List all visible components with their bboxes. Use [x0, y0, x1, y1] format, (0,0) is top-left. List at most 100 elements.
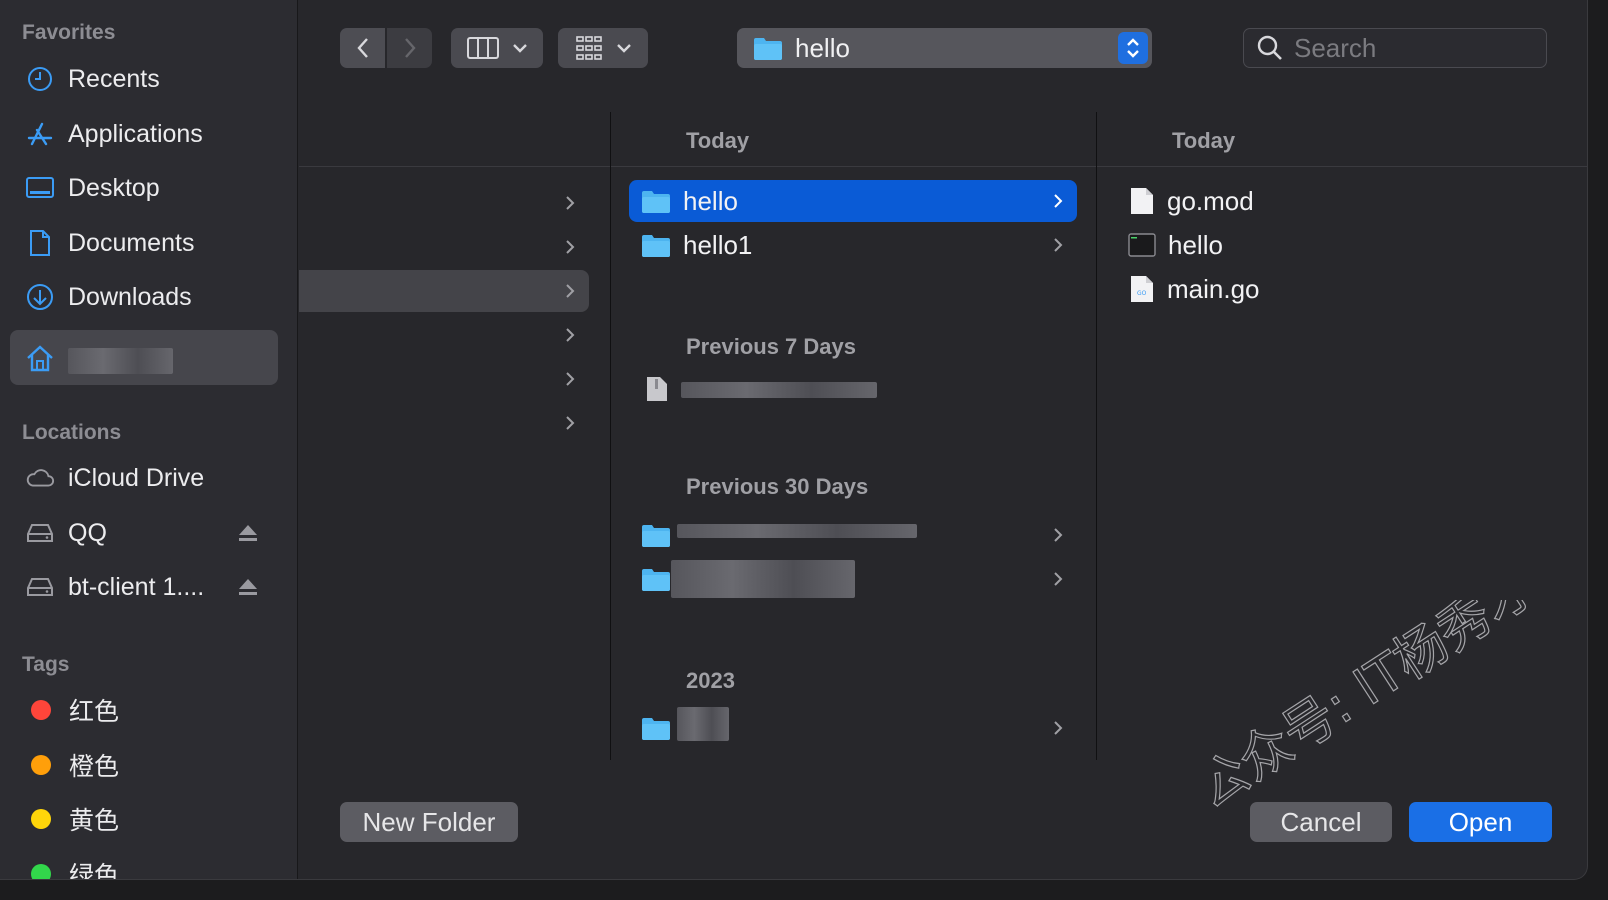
location-label: hello [795, 32, 850, 63]
sidebar-tag-yellow[interactable]: 黄色 [10, 793, 278, 845]
redacted-filename [677, 524, 917, 538]
sidebar-item-documents[interactable]: Documents [10, 217, 278, 269]
list-item-hello1-folder[interactable]: hello1 [629, 224, 1077, 266]
sidebar-item-recents[interactable]: Recents [10, 53, 278, 105]
chevron-right-icon [566, 240, 575, 254]
locations-header: Locations [22, 421, 122, 444]
tags-header: Tags [22, 653, 70, 676]
list-item[interactable] [299, 314, 589, 356]
back-button[interactable] [340, 28, 385, 68]
updown-stepper-icon [1118, 32, 1148, 64]
sidebar-item-desktop[interactable]: Desktop [10, 162, 278, 214]
text-file-icon [1131, 188, 1153, 214]
eject-icon[interactable] [236, 575, 260, 599]
list-item-label: go.mod [1167, 185, 1254, 216]
list-item[interactable] [299, 182, 589, 224]
redacted-filename [677, 707, 729, 741]
tag-dot-icon [31, 809, 51, 829]
list-item-redacted-folder[interactable] [629, 707, 1077, 749]
list-item[interactable] [299, 358, 589, 400]
list-item-redacted-folder[interactable] [629, 558, 1077, 600]
browser-column-parent [299, 112, 609, 760]
group-by-button[interactable] [558, 28, 648, 68]
sidebar-item-label: Applications [68, 119, 203, 148]
go-file-icon: GO [1131, 276, 1153, 302]
columns-view-icon [467, 37, 499, 59]
list-item-redacted[interactable] [629, 368, 1077, 410]
list-item-hello-executable[interactable]: hello [1115, 224, 1555, 266]
document-icon [25, 228, 55, 258]
view-mode-button[interactable] [451, 28, 543, 68]
chevron-right-icon [566, 416, 575, 430]
chevron-right-icon [1054, 528, 1063, 542]
list-item-hello-folder[interactable]: hello [629, 180, 1077, 222]
redacted-username [68, 348, 173, 374]
sidebar-item-label: Documents [68, 228, 195, 257]
chevron-right-icon [1054, 572, 1063, 586]
desktop-icon [25, 173, 55, 203]
tag-dot-icon [31, 864, 51, 879]
chevron-right-icon [566, 284, 575, 298]
sidebar-item-qq[interactable]: QQ [10, 507, 278, 559]
forward-button[interactable] [387, 28, 432, 68]
watermark-text: 公众号: IT杨秀才 [1210, 600, 1547, 821]
sidebar-item-applications[interactable]: Applications [10, 108, 278, 160]
sidebar-item-label: bt-client 1.... [68, 572, 205, 601]
chevron-right-icon [1054, 238, 1063, 252]
group-header-previous-7-days: Previous 7 Days [686, 334, 856, 359]
list-item-main-go[interactable]: GO main.go [1115, 268, 1555, 310]
sidebar-tag-orange[interactable]: 橙色 [10, 739, 278, 791]
eject-icon[interactable] [236, 521, 260, 545]
chevron-right-icon [1054, 721, 1063, 735]
chevron-left-icon [356, 38, 368, 58]
sidebar-item-label: Recents [68, 64, 160, 93]
list-item[interactable] [299, 402, 589, 444]
list-item-label: hello [1168, 229, 1223, 260]
svg-text:GO: GO [1137, 290, 1147, 297]
list-item-redacted-folder[interactable] [629, 514, 1077, 556]
search-input[interactable] [1294, 32, 1524, 64]
sidebar-item-label: Desktop [68, 173, 160, 202]
sidebar-item-home[interactable] [10, 330, 278, 385]
folder-icon [642, 569, 670, 591]
executable-icon [1128, 233, 1156, 257]
tag-dot-icon [31, 700, 51, 720]
list-item[interactable] [299, 226, 589, 268]
drive-icon [25, 518, 55, 548]
location-popup[interactable]: hello [737, 28, 1152, 68]
sidebar-item-bt-client[interactable]: bt-client 1.... [10, 561, 278, 613]
sidebar-item-label: iCloud Drive [68, 463, 205, 492]
redacted-filename [671, 560, 855, 598]
tag-dot-icon [31, 755, 51, 775]
chevron-right-icon [404, 38, 416, 58]
folder-icon [642, 525, 670, 547]
home-icon [25, 343, 55, 373]
sidebar-item-downloads[interactable]: Downloads [10, 271, 278, 323]
list-item-label: main.go [1167, 273, 1260, 304]
folder-icon [754, 38, 782, 60]
downloads-icon [25, 282, 55, 312]
open-file-dialog: Favorites Recents Applications Desktop D… [0, 0, 1588, 880]
folder-icon [642, 235, 670, 257]
redacted-filename [681, 382, 877, 398]
chevron-down-icon [617, 44, 631, 53]
sidebar-tag-red[interactable]: 红色 [10, 684, 278, 736]
search-icon [1257, 35, 1282, 60]
sidebar-tag-green[interactable]: 绿色 [10, 848, 278, 880]
sidebar-item-label: 绿色 [69, 862, 120, 880]
list-item-selected-inactive[interactable] [299, 270, 589, 312]
group-header-previous-30-days: Previous 30 Days [686, 474, 869, 499]
group-header-2023: 2023 [686, 668, 735, 693]
search-field[interactable] [1243, 28, 1547, 68]
sidebar-item-label: 橙色 [69, 753, 120, 781]
new-folder-button[interactable]: New Folder [340, 802, 518, 842]
sidebar-item-icloud-drive[interactable]: iCloud Drive [10, 452, 278, 504]
sidebar-item-label: Downloads [68, 282, 192, 311]
drive-icon [25, 572, 55, 602]
list-item-go-mod[interactable]: go.mod [1115, 180, 1555, 222]
sidebar: Favorites Recents Applications Desktop D… [0, 0, 298, 880]
watermark-overlay: 公众号: IT杨秀才 [1210, 600, 1547, 822]
chevron-right-icon [1054, 194, 1063, 208]
sidebar-item-label: 黄色 [69, 807, 120, 835]
grid-icon [576, 36, 602, 60]
